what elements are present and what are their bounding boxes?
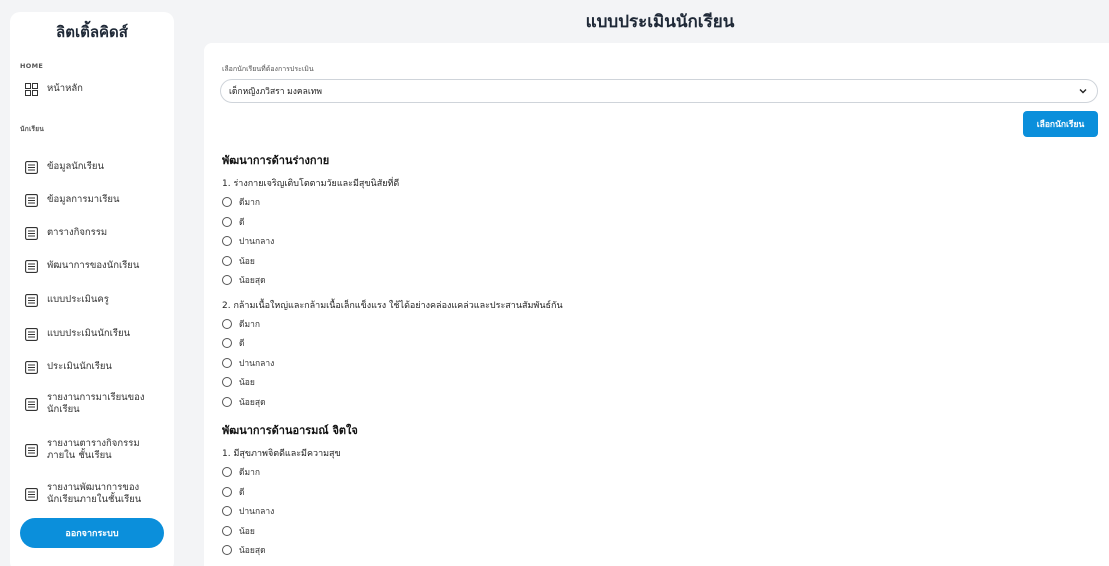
rating-option-label: ดีมาก bbox=[239, 468, 261, 478]
sidebar-item-4[interactable]: พัฒนาการของนักเรียน bbox=[24, 259, 172, 273]
rating-option-label: ดี bbox=[239, 487, 245, 498]
rating-option[interactable]: ดี bbox=[222, 215, 245, 229]
radio-button[interactable] bbox=[222, 525, 232, 536]
rating-option-label: น้อยสุด bbox=[239, 276, 266, 286]
rating-option-label: น้อยสุด bbox=[239, 546, 266, 556]
rating-option-label: ปานกลาง bbox=[239, 507, 275, 517]
list-icon bbox=[24, 327, 38, 341]
student-select-label: เลือกนักเรียนที่ต้องการประเมิน bbox=[222, 65, 314, 73]
student-select-value: เด็กหญิงภวิสรา มงคลเทพ bbox=[229, 87, 322, 97]
question-text: 1. มีสุขภาพจิตดีและมีความสุข bbox=[222, 449, 341, 459]
rating-option-label: ปานกลาง bbox=[239, 237, 275, 247]
sidebar-item-label: รายงานการมาเรียนของ นักเรียน bbox=[47, 392, 145, 415]
rating-option-label: น้อย bbox=[239, 256, 255, 267]
rating-option[interactable]: ปานกลาง bbox=[222, 234, 274, 248]
logout-button[interactable]: ออกจากระบบ bbox=[20, 518, 164, 548]
page-title: แบบประเมินนักเรียน bbox=[585, 12, 735, 32]
sidebar-item-2[interactable]: ข้อมูลการมาเรียน bbox=[24, 193, 172, 207]
question-text: 2. กล้ามเนื้อใหญ่และกล้ามเนื้อเล็กแข็งแร… bbox=[222, 300, 563, 311]
sidebar-item-label: ตารางกิจกรรม bbox=[47, 227, 108, 238]
rating-option[interactable]: ดีมาก bbox=[222, 195, 260, 209]
rating-option[interactable]: ดีมาก bbox=[222, 465, 260, 479]
sidebar-item-label: หน้าหลัก bbox=[47, 83, 83, 94]
sidebar-item-8[interactable]: รายงานการมาเรียนของ นักเรียน bbox=[24, 392, 172, 416]
rating-option[interactable]: ปานกลาง bbox=[222, 356, 274, 370]
section-heading: พัฒนาการด้านอารมณ์ จิตใจ bbox=[222, 424, 358, 437]
radio-button[interactable] bbox=[222, 357, 232, 368]
main-panel: เลือกนักเรียนที่ต้องการประเมิน เด็กหญิงภ… bbox=[204, 43, 1109, 566]
rating-option-label: น้อยสุด bbox=[239, 397, 266, 408]
sidebar-section-home: HOME bbox=[20, 62, 44, 70]
sidebar-item-3[interactable]: ตารางกิจกรรม bbox=[24, 226, 172, 240]
rating-option-label: น้อย bbox=[239, 378, 255, 388]
brand-logo-text: ลิตเติ้ลคิดส์ bbox=[56, 23, 128, 41]
list-icon bbox=[24, 193, 38, 207]
rating-option[interactable]: น้อย bbox=[222, 254, 255, 268]
rating-option[interactable]: น้อยสุด bbox=[222, 543, 266, 557]
radio-button[interactable] bbox=[222, 545, 232, 555]
dashboard-icon bbox=[24, 82, 38, 96]
list-icon bbox=[24, 443, 38, 457]
rating-option[interactable]: ดีมาก bbox=[222, 317, 260, 331]
rating-option[interactable]: น้อย bbox=[222, 524, 255, 538]
sidebar-item-label: ประเมินนักเรียน bbox=[47, 361, 112, 372]
list-icon bbox=[24, 160, 38, 174]
radio-button[interactable] bbox=[222, 486, 232, 497]
student-select[interactable]: เด็กหญิงภวิสรา มงคลเทพ bbox=[220, 79, 1098, 103]
chevron-down-icon bbox=[1078, 86, 1088, 96]
rating-option[interactable]: ดี bbox=[222, 485, 245, 499]
rating-option-label: น้อย bbox=[239, 526, 255, 537]
sidebar-item-7[interactable]: ประเมินนักเรียน bbox=[24, 360, 172, 374]
rating-option[interactable]: น้อยสุด bbox=[222, 395, 266, 409]
rating-option[interactable]: น้อย bbox=[222, 375, 255, 389]
question-text: 1. ร่างกายเจริญเติบโตตามวัยและมีสุขนิสัย… bbox=[222, 179, 400, 189]
sidebar-item-label: แบบประเมินครู bbox=[47, 294, 109, 305]
radio-button[interactable] bbox=[222, 197, 232, 207]
radio-button[interactable] bbox=[222, 275, 232, 285]
rating-option-label: ดี bbox=[239, 217, 245, 228]
sidebar-item-label: ข้อมูลการมาเรียน bbox=[47, 194, 120, 205]
list-icon bbox=[24, 360, 38, 374]
sidebar-item-1[interactable]: ข้อมูลนักเรียน bbox=[24, 160, 172, 174]
sidebar-item-6[interactable]: แบบประเมินนักเรียน bbox=[24, 327, 172, 341]
sidebar-item-label: ข้อมูลนักเรียน bbox=[47, 161, 104, 172]
radio-button[interactable] bbox=[222, 377, 232, 387]
sidebar: ลิตเติ้ลคิดส์ HOME หน้าหลัก นักเรียน ออก… bbox=[10, 12, 174, 566]
rating-option[interactable]: ปานกลาง bbox=[222, 504, 274, 518]
sidebar-item-label: รายงานพัฒนาการของ นักเรียนภายในชั้นเรียน bbox=[47, 482, 142, 505]
sidebar-item-label: แบบประเมินนักเรียน bbox=[47, 328, 131, 339]
rating-option-label: ปานกลาง bbox=[239, 358, 275, 369]
sidebar-item-10[interactable]: รายงานพัฒนาการของ นักเรียนภายในชั้นเรียน bbox=[24, 482, 172, 506]
sidebar-item-label: รายงานตารางกิจกรรมภายใน ชั้นเรียน bbox=[47, 438, 140, 461]
list-icon bbox=[24, 226, 38, 240]
radio-button[interactable] bbox=[222, 216, 232, 227]
radio-button[interactable] bbox=[222, 338, 232, 348]
rating-option[interactable]: ดี bbox=[222, 336, 245, 350]
select-student-button[interactable]: เลือกนักเรียน bbox=[1023, 111, 1098, 137]
sidebar-item-home[interactable]: หน้าหลัก bbox=[24, 82, 172, 96]
radio-button[interactable] bbox=[222, 318, 232, 329]
radio-button[interactable] bbox=[222, 236, 232, 246]
radio-button[interactable] bbox=[222, 396, 232, 407]
section-heading: พัฒนาการด้านร่างกาย bbox=[222, 154, 330, 167]
rating-option[interactable]: น้อยสุด bbox=[222, 273, 266, 287]
sidebar-item-9[interactable]: รายงานตารางกิจกรรมภายใน ชั้นเรียน bbox=[24, 438, 172, 462]
list-icon bbox=[24, 259, 38, 273]
rating-option-label: ดี bbox=[239, 339, 245, 349]
app-root: ลิตเติ้ลคิดส์ HOME หน้าหลัก นักเรียน ออก… bbox=[0, 0, 1109, 566]
sidebar-item-5[interactable]: แบบประเมินครู bbox=[24, 293, 172, 307]
sidebar-section-student: นักเรียน bbox=[20, 125, 45, 133]
radio-button[interactable] bbox=[222, 506, 232, 516]
list-icon bbox=[24, 293, 38, 307]
radio-button[interactable] bbox=[222, 255, 232, 266]
radio-button[interactable] bbox=[222, 467, 232, 477]
sidebar-item-label: พัฒนาการของนักเรียน bbox=[47, 260, 140, 271]
rating-option-label: ดีมาก bbox=[239, 319, 261, 330]
rating-option-label: ดีมาก bbox=[239, 198, 261, 208]
list-icon bbox=[24, 487, 38, 501]
list-icon bbox=[24, 397, 38, 411]
